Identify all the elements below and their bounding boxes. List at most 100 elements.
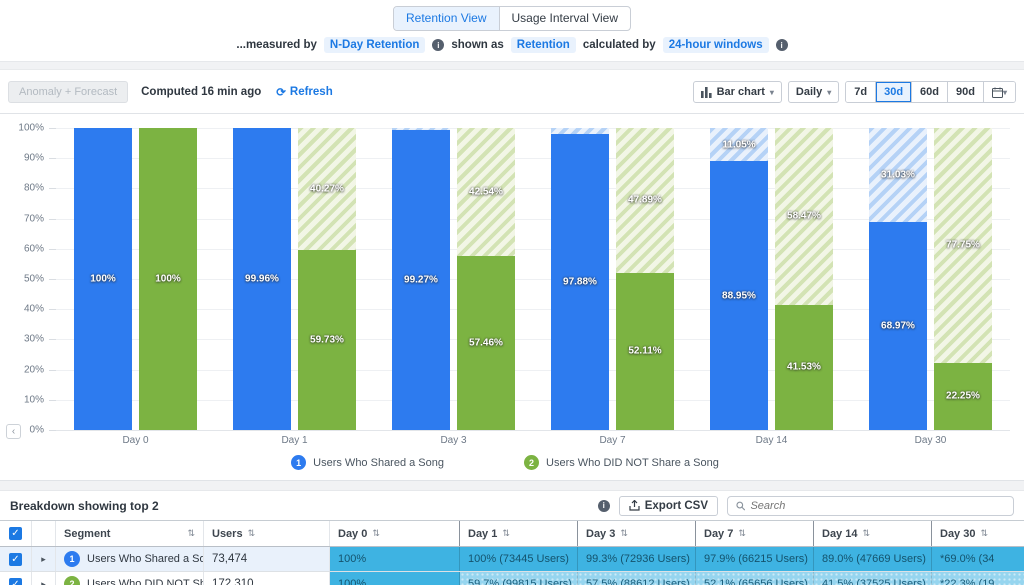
refresh-button[interactable]: ⟳ Refresh <box>276 85 332 99</box>
sort-icon[interactable]: ⇅ <box>502 528 510 539</box>
bar-series-2[interactable]: 40.27%59.73% <box>298 128 356 430</box>
bar-solid-segment[interactable]: 100% <box>139 128 197 430</box>
calendar-dropdown[interactable]: ▾ <box>983 82 1015 102</box>
bar-series-2[interactable]: 77.75%22.25% <box>934 128 992 430</box>
bar-solid-segment[interactable]: 57.46% <box>457 256 515 430</box>
bar-series-2[interactable]: 58.47%41.53% <box>775 128 833 430</box>
chart-type-label: Bar chart <box>717 86 765 98</box>
breakdown-table: ✓Segment⇅Users⇅Day 0⇅Day 1⇅Day 3⇅Day 7⇅D… <box>0 520 1024 585</box>
bar-solid-segment[interactable]: 59.73% <box>298 250 356 430</box>
bar-solid-segment[interactable]: 68.97% <box>869 222 927 430</box>
column-header-day-3[interactable]: Day 3 ⇅ <box>578 521 696 546</box>
column-header-label: Day 1 <box>468 528 497 540</box>
search-icon <box>736 501 745 511</box>
bar-churn-segment[interactable]: 11.05% <box>710 128 768 161</box>
y-axis-tick: 70% <box>24 213 44 224</box>
bar-solid-segment[interactable]: 100% <box>74 128 132 430</box>
bar-churn-segment[interactable]: 77.75% <box>934 128 992 363</box>
bar-churn-segment[interactable]: 47.89% <box>616 128 674 273</box>
legend-badge: 1 <box>291 455 306 470</box>
sort-icon[interactable]: ⇅ <box>372 528 380 539</box>
bar-solid-segment[interactable]: 97.88% <box>551 134 609 430</box>
users-value: 172,310 <box>212 578 254 585</box>
sort-icon[interactable]: ⇅ <box>248 528 256 539</box>
row-checkbox[interactable]: ✓ <box>9 553 22 566</box>
retention-chart: 100%90%80%70%60%50%40%30%20%10%0% 0%100%… <box>0 113 1024 481</box>
sort-icon[interactable]: ⇅ <box>738 528 746 539</box>
collapse-panel-button[interactable]: ‹ <box>6 424 21 439</box>
bar-value-label: 52.11% <box>610 346 680 357</box>
expand-row-icon[interactable]: ▸ <box>41 554 46 565</box>
y-axis-tick-mark <box>49 188 56 189</box>
bar-churn-segment[interactable]: 42.54% <box>457 128 515 256</box>
bar-solid-segment[interactable]: 88.95% <box>710 161 768 430</box>
breakdown-info-icon[interactable]: i <box>598 500 610 512</box>
expand-row-icon[interactable]: ▸ <box>41 579 46 585</box>
metric-info-icon[interactable]: i <box>432 39 444 51</box>
bar-series-2[interactable]: 47.89%52.11% <box>616 128 674 430</box>
shown-as-selector[interactable]: Retention <box>511 37 576 53</box>
bar-series-2[interactable]: 0%100% <box>139 128 197 430</box>
legend-item-series-1[interactable]: 1Users Who Shared a Song <box>291 455 444 470</box>
window-info-icon[interactable]: i <box>776 39 788 51</box>
bar-series-1[interactable]: 0.04%99.96% <box>233 128 291 430</box>
granularity-dropdown[interactable]: Daily ▾ <box>788 81 839 103</box>
bar-solid-segment[interactable]: 22.25% <box>934 363 992 430</box>
tab-retention-view[interactable]: Retention View <box>394 7 499 30</box>
export-csv-button[interactable]: Export CSV <box>619 496 718 516</box>
search-input[interactable] <box>750 500 1005 512</box>
table-row[interactable]: ✓▸2Users Who DID NOT Share a Song172,310… <box>0 572 1024 585</box>
column-header-day-7[interactable]: Day 7⇅ <box>696 521 814 546</box>
retention-cell: 99.3% (72936 Users) <box>578 547 696 571</box>
bar-churn-segment[interactable]: 31.03% <box>869 128 927 222</box>
tab-usage-interval-view[interactable]: Usage Interval View <box>499 7 631 30</box>
bar-series-1[interactable]: 0.73%99.27% <box>392 128 450 430</box>
bar-solid-segment[interactable]: 52.11% <box>616 273 674 430</box>
bar-series-1[interactable]: 11.05%88.95% <box>710 128 768 430</box>
x-axis-label: Day 0 <box>56 435 215 446</box>
segment-badge: 1 <box>64 551 80 567</box>
column-header-label: Day 3 <box>586 528 615 540</box>
window-selector[interactable]: 24-hour windows <box>663 37 769 53</box>
range-60d[interactable]: 60d <box>911 82 947 102</box>
column-header-segment[interactable]: Segment⇅ <box>56 521 204 546</box>
bar-value-label: 100% <box>133 274 203 285</box>
column-header-day-14[interactable]: Day 14⇅ <box>814 521 932 546</box>
gridline <box>56 430 1010 431</box>
retention-cell: 100% (73445 Users) <box>460 547 578 571</box>
bar-churn-segment[interactable]: 40.27% <box>298 128 356 250</box>
y-axis-tick-mark <box>49 430 56 431</box>
column-header-day-0[interactable]: Day 0⇅ <box>330 521 460 546</box>
column-header-users[interactable]: Users⇅ <box>204 521 330 546</box>
bar-series-1[interactable]: 2.12%97.88% <box>551 128 609 430</box>
sort-icon[interactable]: ⇅ <box>620 528 628 539</box>
chart-type-dropdown[interactable]: Bar chart ▾ <box>693 81 782 103</box>
bar-series-1[interactable]: 0%100% <box>74 128 132 430</box>
bar-churn-segment[interactable]: 58.47% <box>775 128 833 305</box>
segment-badge: 2 <box>64 576 80 585</box>
sort-icon[interactable]: ⇅ <box>862 528 870 539</box>
range-7d[interactable]: 7d <box>846 82 875 102</box>
sort-icon[interactable]: ⇅ <box>187 528 195 539</box>
search-box <box>727 496 1014 516</box>
anomaly-forecast-button[interactable]: Anomaly + Forecast <box>8 81 128 103</box>
row-checkbox[interactable]: ✓ <box>9 578 22 585</box>
range-90d[interactable]: 90d <box>947 82 983 102</box>
range-30d[interactable]: 30d <box>875 82 911 102</box>
bar-series-1[interactable]: 31.03%68.97% <box>869 128 927 430</box>
bar-solid-segment[interactable]: 99.27% <box>392 130 450 430</box>
bar-churn-label: 31.03% <box>863 169 933 180</box>
column-header-day-30[interactable]: Day 30⇅ <box>932 521 1024 546</box>
y-axis-tick: 100% <box>18 123 44 134</box>
segment-label: Users Who Shared a Song <box>87 553 204 565</box>
column-header-day-1[interactable]: Day 1 ⇅ <box>460 521 578 546</box>
x-axis-label: Day 3 <box>374 435 533 446</box>
legend-item-series-2[interactable]: 2Users Who DID NOT Share a Song <box>524 455 719 470</box>
bar-solid-segment[interactable]: 99.96% <box>233 128 291 430</box>
table-row[interactable]: ✓▸1Users Who Shared a Song73,474100%100%… <box>0 547 1024 572</box>
sort-icon[interactable]: ⇅ <box>980 528 988 539</box>
bar-series-2[interactable]: 42.54%57.46% <box>457 128 515 430</box>
bar-solid-segment[interactable]: 41.53% <box>775 305 833 430</box>
select-all-checkbox[interactable]: ✓ <box>9 527 22 540</box>
metric-selector[interactable]: N-Day Retention <box>324 37 425 53</box>
